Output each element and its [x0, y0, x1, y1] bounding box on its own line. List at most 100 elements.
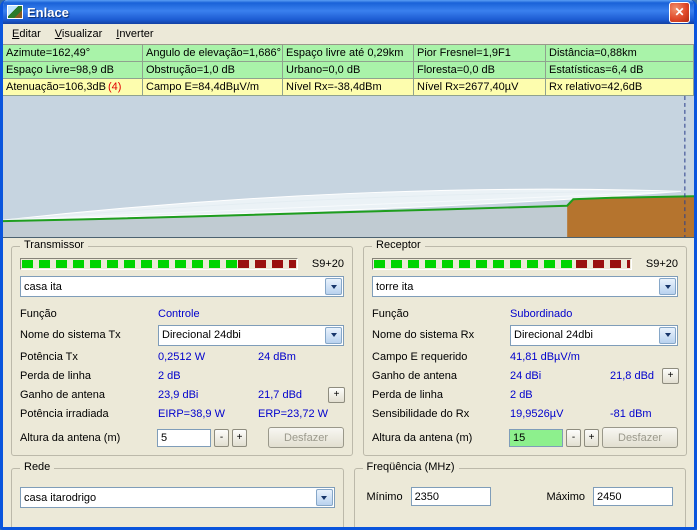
- rede-value: casa itarodrigo: [21, 492, 315, 504]
- tx-gain-dbi: 23,9 dBi: [158, 389, 258, 401]
- window-title: Enlace: [27, 5, 669, 20]
- chevron-down-icon[interactable]: [325, 327, 342, 344]
- rede-select[interactable]: casa itarodrigo: [20, 487, 335, 508]
- nivel-rx-dbm-cell: Nível Rx=-38,4dBm: [283, 79, 414, 96]
- tx-signal-red: [238, 260, 296, 268]
- rx-height-input[interactable]: [509, 429, 563, 447]
- receiver-panel: Receptor S9+20 torre ita Função Subordin…: [363, 246, 687, 456]
- tx-signal-green: [22, 260, 238, 268]
- menubar: Editar Visualizar Inverter: [3, 24, 694, 44]
- rx-height-label: Altura da antena (m): [372, 432, 506, 444]
- tx-antenna-detail-button[interactable]: +: [328, 387, 345, 403]
- rx-system-select[interactable]: Direcional 24dbi: [510, 325, 678, 346]
- espaco-livre-cell: Espaço Livre=98,9 dB: [3, 62, 143, 79]
- tx-radiated-label: Potência irradiada: [20, 408, 158, 420]
- freq-max-input[interactable]: [593, 487, 673, 506]
- stations-area: Transmissor S9+20 casa ita Função Contro…: [3, 238, 694, 458]
- pior-fresnel-cell: Pior Fresnel=1,9F1: [414, 45, 546, 62]
- rx-station-select[interactable]: torre ita: [372, 276, 678, 297]
- rx-lineloss-value: 2 dB: [510, 389, 610, 401]
- titlebar[interactable]: Enlace ✕: [3, 0, 694, 24]
- urbano-cell: Urbano=0,0 dB: [283, 62, 414, 79]
- rx-lineloss-label: Perda de linha: [372, 389, 510, 401]
- tx-height-minus-button[interactable]: -: [214, 429, 229, 447]
- atenuacao-flag: (4): [108, 81, 121, 93]
- angulo-elevacao-cell: Angulo de elevação=1,686°: [143, 45, 283, 62]
- tx-station-select[interactable]: casa ita: [20, 276, 344, 297]
- rx-height-minus-button[interactable]: -: [566, 429, 581, 447]
- tx-antenna-gain-row: Ganho de antena 23,9 dBi 21,7 dBd +: [12, 385, 352, 404]
- obstrucao-cell: Obstrução=1,0 dB: [143, 62, 283, 79]
- close-button[interactable]: ✕: [669, 2, 690, 23]
- chevron-down-icon[interactable]: [659, 327, 676, 344]
- receiver-legend: Receptor: [372, 239, 425, 251]
- rx-antenna-detail-button[interactable]: +: [662, 368, 679, 384]
- rx-signal-label: S9+20: [638, 258, 678, 270]
- tx-system-value: Direcional 24dbi: [159, 329, 324, 341]
- freq-max-label: Máximo: [546, 491, 585, 503]
- tx-signal-row: S9+20: [20, 258, 344, 270]
- tx-lineloss-row: Perda de linha 2 dB: [12, 366, 352, 385]
- tx-signal-label: S9+20: [304, 258, 344, 270]
- transmitter-legend: Transmissor: [20, 239, 88, 251]
- rx-height-plus-button[interactable]: +: [584, 429, 599, 447]
- terrain-profile: [3, 96, 694, 238]
- tx-funcao-value: Controle: [158, 308, 344, 320]
- rx-signal-red: [576, 260, 630, 268]
- rx-signal-row: S9+20: [372, 258, 678, 270]
- rede-legend: Rede: [20, 461, 54, 473]
- close-icon: ✕: [674, 5, 684, 19]
- campo-e-cell: Campo E=84,4dBµV/m: [143, 79, 283, 96]
- tx-height-input[interactable]: [157, 429, 211, 447]
- rx-signal-meter: [372, 258, 632, 270]
- rx-undo-button[interactable]: Desfazer: [602, 427, 678, 448]
- enlace-window: Enlace ✕ Editar Visualizar Inverter Azim…: [0, 0, 697, 530]
- frequencia-legend: Freqüência (MHz): [363, 461, 459, 473]
- tx-power-label: Potência Tx: [20, 351, 158, 363]
- espaco-livre-ate-cell: Espaço livre até 0,29km: [283, 45, 414, 62]
- menu-item-editar[interactable]: Editar: [5, 26, 48, 42]
- tx-system-select[interactable]: Direcional 24dbi: [158, 325, 344, 346]
- rx-gain-dbd: 21,8 dBd: [610, 370, 662, 382]
- rx-funcao-row: Função Subordinado: [364, 304, 686, 323]
- tx-system-row: Nome do sistema Tx Direcional 24dbi: [12, 323, 352, 347]
- rx-relativo-cell: Rx relativo=42,6dB: [546, 79, 694, 96]
- tx-signal-meter: [20, 258, 298, 270]
- rx-required-field-row: Campo E requerido 41,81 dBµV/m: [364, 347, 686, 366]
- tx-gain-label: Ganho de antena: [20, 389, 158, 401]
- azimute-cell: Azimute=162,49°: [3, 45, 143, 62]
- tx-power-w: 0,2512 W: [158, 351, 258, 363]
- rx-sensitivity-uv: 19,9526µV: [510, 408, 610, 420]
- floresta-cell: Floresta=0,0 dB: [414, 62, 546, 79]
- app-icon[interactable]: [7, 5, 23, 19]
- tx-lineloss-label: Perda de linha: [20, 370, 158, 382]
- tx-radiated-row: Potência irradiada EIRP=38,9 W ERP=23,72…: [12, 404, 352, 423]
- rx-gain-dbi: 24 dBi: [510, 370, 610, 382]
- tx-lineloss-value: 2 dB: [158, 370, 258, 382]
- rx-funcao-label: Função: [372, 308, 510, 320]
- rx-station-value: torre ita: [373, 281, 658, 293]
- freq-min-label: Mínimo: [367, 491, 403, 503]
- estatisticas-cell: Estatísticas=6,4 dB: [546, 62, 694, 79]
- atenuacao-value: Atenuação=106,3dB: [6, 81, 106, 93]
- rede-panel: Rede casa itarodrigo: [11, 468, 344, 530]
- chevron-down-icon[interactable]: [659, 278, 676, 295]
- rx-signal-green: [374, 260, 576, 268]
- ground-right-urban: [567, 196, 694, 237]
- bottom-area: Rede casa itarodrigo Freqüência (MHz) Mí…: [3, 458, 694, 530]
- chevron-down-icon[interactable]: [316, 489, 333, 506]
- tx-height-plus-button[interactable]: +: [232, 429, 247, 447]
- transmitter-panel: Transmissor S9+20 casa ita Função Contro…: [11, 246, 353, 456]
- tx-antenna-height-row: Altura da antena (m) - + Desfazer: [12, 423, 352, 455]
- menu-item-inverter[interactable]: Inverter: [109, 26, 160, 42]
- tx-power-row: Potência Tx 0,2512 W 24 dBm: [12, 347, 352, 366]
- atenuacao-cell: Atenuação=106,3dB(4): [3, 79, 143, 96]
- freq-min-input[interactable]: [411, 487, 491, 506]
- tx-undo-button[interactable]: Desfazer: [268, 427, 344, 448]
- chevron-down-icon[interactable]: [325, 278, 342, 295]
- nivel-rx-uv-cell: Nível Rx=2677,40µV: [414, 79, 546, 96]
- rx-sensitivity-label: Sensibilidade do Rx: [372, 408, 510, 420]
- tx-funcao-row: Função Controle: [12, 304, 352, 323]
- link-info-panel: Azimute=162,49° Angulo de elevação=1,686…: [3, 44, 694, 96]
- menu-item-visualizar[interactable]: Visualizar: [48, 26, 110, 42]
